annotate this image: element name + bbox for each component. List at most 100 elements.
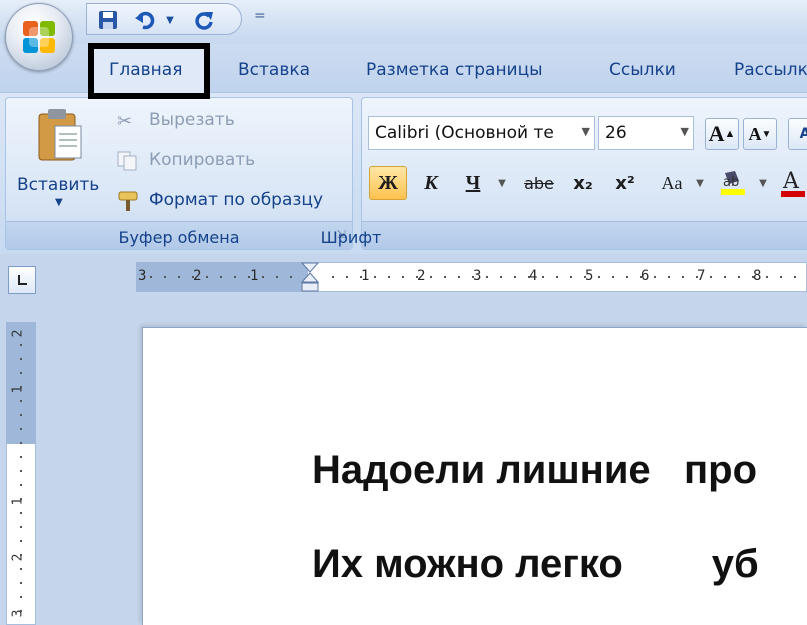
tab-page-layout[interactable]: Разметка страницы [366,60,543,80]
svg-text:ab: ab [723,175,739,190]
paste-dropdown-icon[interactable]: ▼ [55,197,63,208]
ruler-tick [192,276,194,278]
tab-insert[interactable]: Вставка [238,60,310,80]
ruler-tick [332,276,334,278]
change-case-dropdown-icon[interactable]: ▼ [693,166,707,200]
svg-text:A: A [782,169,800,194]
ruler-tick [430,276,432,278]
vruler-tick [20,568,22,570]
ruler-tick [360,276,362,278]
scissors-icon: ✂ [117,111,133,132]
ruler-number: 7 [697,268,706,284]
save-icon[interactable] [95,9,121,31]
grow-font-button[interactable]: A ▲ [705,118,739,150]
ruler-tick [794,276,796,278]
font-group-bar: Шрифт [321,221,807,249]
vruler-tick [20,456,22,458]
ruler-number: 4 [529,268,538,284]
highlighter-icon: ab [721,171,745,195]
change-case-button[interactable]: Aa [652,166,692,200]
document-page[interactable]: Надоели лишние про Их можно легко уб [142,327,807,625]
ruler-tick [262,276,264,278]
ruler-tick [626,276,628,278]
font-size-dropdown-icon[interactable]: ▼ [681,125,689,138]
vruler-tick [20,344,22,346]
vruler-tick [20,414,22,416]
ruler-tick [472,276,474,278]
vertical-ruler-margin [6,322,36,444]
ruler-tick [500,276,502,278]
document-text-line[interactable]: Их можно легко уб [312,542,759,587]
office-button[interactable] [5,3,73,71]
subscript-button[interactable]: x₂ [566,166,600,200]
ruler-tick [458,276,460,278]
font-group-label: Шрифт [320,228,382,247]
ruler-tick [612,276,614,278]
font-color-button[interactable]: A [778,166,807,200]
undo-icon[interactable] [133,9,159,31]
vruler-tick [20,400,22,402]
highlight-button[interactable]: ab [714,166,754,200]
vruler-tick [20,554,22,556]
office-logo-icon [23,21,55,53]
bold-button[interactable]: Ж [369,166,407,200]
underline-dropdown-icon[interactable]: ▼ [494,166,510,200]
ruler-tick [164,276,166,278]
vruler-tick [20,428,22,430]
ruler-margin-left [136,262,308,292]
tab-selector[interactable] [8,266,36,294]
redo-icon[interactable] [191,9,217,31]
tab-home[interactable]: Главная [109,60,182,80]
paste-button[interactable]: Вставить [17,175,99,195]
ruler-tick [598,276,600,278]
quick-access-toolbar: ▼ [86,3,242,35]
superscript-button[interactable]: x² [608,166,642,200]
vruler-number: 2 [10,329,26,338]
vruler-tick [20,540,22,542]
ruler-tick [444,276,446,278]
ruler-tick [206,276,208,278]
vruler-tick [20,442,22,444]
font-name-dropdown-icon[interactable]: ▼ [582,125,590,138]
ruler-tick [248,276,250,278]
underline-button[interactable]: Ч [453,166,493,200]
document-text-line[interactable]: Надоели лишние про [312,448,757,493]
ruler-tick [584,276,586,278]
vruler-tick [20,358,22,360]
ruler-number: 2 [193,268,202,284]
italic-button[interactable]: К [413,166,449,200]
format-painter-icon [116,190,142,216]
ruler-tick [486,276,488,278]
vruler-tick [20,610,22,612]
ruler-number: 5 [585,268,594,284]
ruler-tick [668,276,670,278]
tab-mailings[interactable]: Рассылк [734,60,807,80]
ruler-tick [150,276,152,278]
strikethrough-button[interactable]: abe [518,166,560,200]
clear-format-button[interactable]: A [788,118,807,150]
ruler-tick [374,276,376,278]
paste-icon[interactable] [36,106,86,168]
vruler-tick [20,526,22,528]
left-tab-icon [18,275,27,285]
highlight-dropdown-icon[interactable]: ▼ [756,166,770,200]
vruler-number: 1 [10,385,26,394]
tab-references[interactable]: Ссылки [609,60,676,80]
format-painter-button[interactable]: Формат по образцу [149,190,323,210]
font-name-combo[interactable]: Calibri (Основной те ▼ [368,116,595,150]
indent-marker-icon[interactable] [300,262,320,306]
font-size-combo[interactable]: 26 ▼ [598,116,694,150]
undo-dropdown-icon[interactable]: ▼ [163,9,177,31]
vruler-tick [20,498,22,500]
ruler-tick [514,276,516,278]
ruler-tick [640,276,642,278]
cut-button[interactable]: Вырезать [149,110,235,130]
ruler-tick [696,276,698,278]
shrink-arrow-icon: ▼ [761,128,772,140]
customize-toolbar-icon[interactable]: = [254,8,266,24]
shrink-font-button[interactable]: A ▼ [743,118,777,150]
copy-button[interactable]: Копировать [149,150,255,170]
font-color-icon: A [780,169,805,197]
vruler-tick [20,372,22,374]
ruler-tick [290,276,292,278]
